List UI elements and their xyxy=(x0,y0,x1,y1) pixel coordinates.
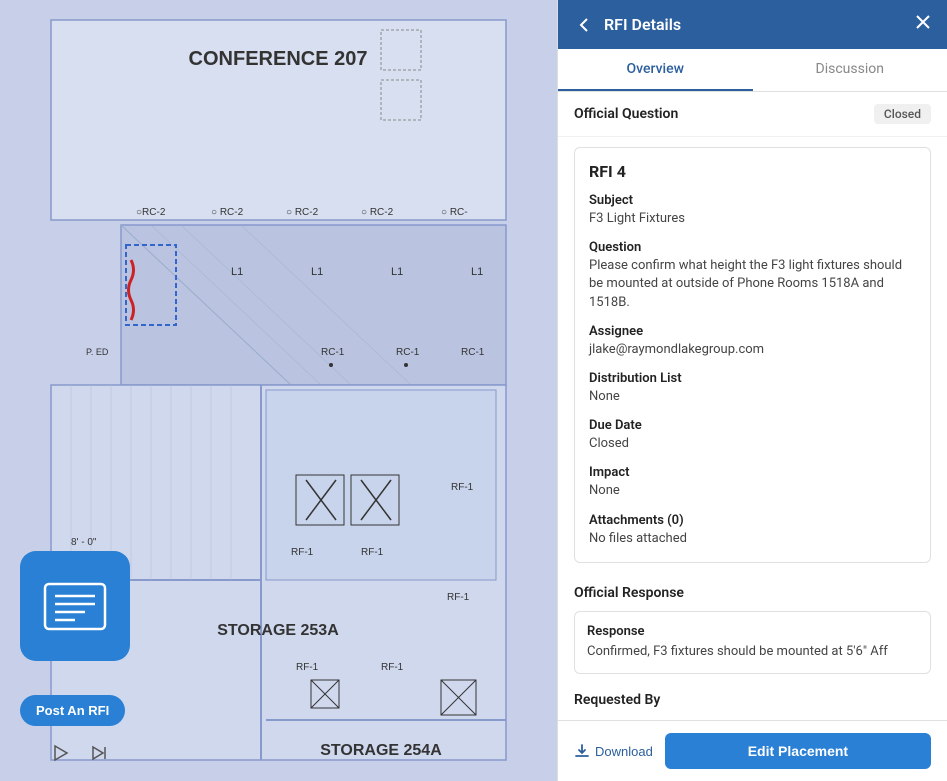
svg-text:○RC-2: ○RC-2 xyxy=(136,207,166,218)
blueprint-panel: CONFERENCE 207 ○RC-2 ○ RC-2 ○ RC-2 ○ RC-… xyxy=(0,0,557,781)
back-button[interactable] xyxy=(574,15,594,35)
response-label: Response xyxy=(587,624,918,639)
panel-title: RFI Details xyxy=(604,15,905,34)
rfi-details-panel: RFI Details Overview Discussion Official… xyxy=(557,0,947,781)
distribution-label: Distribution List xyxy=(589,371,916,386)
svg-text:RC-1: RC-1 xyxy=(396,347,420,358)
svg-text:○ RC-2: ○ RC-2 xyxy=(211,207,244,218)
requested-by-label: Requested By xyxy=(558,682,947,712)
svg-text:RF-1: RF-1 xyxy=(296,662,319,673)
tab-overview[interactable]: Overview xyxy=(558,49,753,91)
close-button[interactable] xyxy=(915,14,931,35)
svg-text:○ RC-2: ○ RC-2 xyxy=(361,207,394,218)
svg-text:RF-1: RF-1 xyxy=(291,547,314,558)
subject-value: F3 Light Fixtures xyxy=(589,210,916,228)
play-controls xyxy=(50,743,110,766)
rfi-number: RFI 4 xyxy=(589,162,916,181)
response-section-title: Official Response xyxy=(574,585,931,601)
svg-text:○ RC-2: ○ RC-2 xyxy=(286,207,319,218)
panel-header: RFI Details xyxy=(558,0,947,49)
assignee-label: Assignee xyxy=(589,324,916,339)
svg-text:L1: L1 xyxy=(231,266,243,278)
tabs-bar: Overview Discussion xyxy=(558,49,947,92)
svg-text:RF-1: RF-1 xyxy=(451,482,474,493)
tab-discussion[interactable]: Discussion xyxy=(753,49,947,91)
download-label: Download xyxy=(595,744,653,759)
edit-placement-button[interactable]: Edit Placement xyxy=(665,733,931,769)
subject-label: Subject xyxy=(589,193,916,208)
status-badge: Closed xyxy=(874,104,931,124)
panel-footer: Download Edit Placement xyxy=(558,720,947,781)
due-date-value: Closed xyxy=(589,435,916,453)
official-question-title: Official Question xyxy=(574,106,678,122)
impact-value: None xyxy=(589,482,916,500)
svg-text:○ RC-: ○ RC- xyxy=(441,207,468,218)
rfi-card: RFI 4 Subject F3 Light Fixtures Question… xyxy=(574,147,931,563)
svg-text:RF-1: RF-1 xyxy=(447,592,470,603)
impact-label: Impact xyxy=(589,465,916,480)
svg-text:L1: L1 xyxy=(391,266,403,278)
svg-text:CONFERENCE 207: CONFERENCE 207 xyxy=(189,48,368,70)
question-label: Question xyxy=(589,240,916,255)
official-response-section: Official Response Response Confirmed, F3… xyxy=(558,573,947,682)
svg-text:RC-1: RC-1 xyxy=(321,347,345,358)
official-question-header: Official Question Closed xyxy=(558,92,947,137)
panel-content: Official Question Closed RFI 4 Subject F… xyxy=(558,92,947,720)
svg-text:STORAGE 253A: STORAGE 253A xyxy=(217,622,339,639)
download-button[interactable]: Download xyxy=(574,743,653,759)
distribution-value: None xyxy=(589,388,916,406)
svg-text:RC-1: RC-1 xyxy=(461,347,485,358)
svg-text:RF-1: RF-1 xyxy=(361,547,384,558)
svg-text:8' - 0": 8' - 0" xyxy=(71,537,97,548)
svg-text:L1: L1 xyxy=(311,266,323,278)
due-date-label: Due Date xyxy=(589,418,916,433)
svg-text:RF-1: RF-1 xyxy=(381,662,404,673)
question-value: Please confirm what height the F3 light … xyxy=(589,257,916,312)
attachments-value: No files attached xyxy=(589,530,916,548)
response-card: Response Confirmed, F3 fixtures should b… xyxy=(574,611,931,674)
play-button[interactable] xyxy=(50,743,70,766)
svg-text:L1: L1 xyxy=(471,266,483,278)
skip-button[interactable] xyxy=(90,743,110,766)
svg-text:P. ED: P. ED xyxy=(86,347,109,357)
assignee-value: jlake@raymondlakegroup.com xyxy=(589,341,916,359)
rfi-icon-box xyxy=(20,551,130,661)
response-text: Confirmed, F3 fixtures should be mounted… xyxy=(587,643,918,661)
attachments-label: Attachments (0) xyxy=(589,513,916,528)
svg-text:STORAGE 254A: STORAGE 254A xyxy=(320,742,442,759)
post-rfi-button[interactable]: Post An RFI xyxy=(20,695,125,726)
